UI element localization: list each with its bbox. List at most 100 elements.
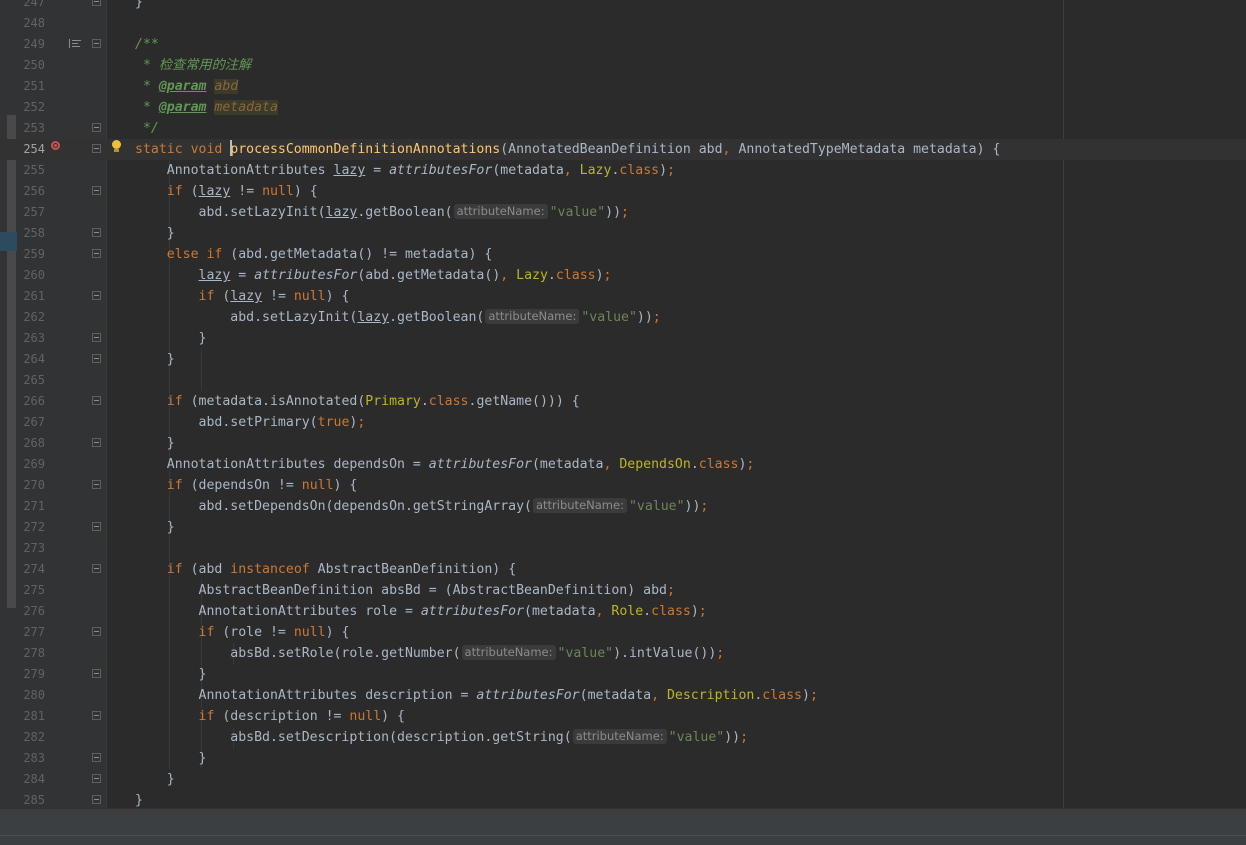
lightbulb-icon[interactable] — [112, 140, 121, 152]
fold-toggle-icon[interactable] — [92, 669, 101, 679]
line-number[interactable]: 264 — [17, 349, 45, 370]
code-text[interactable]: abd.setLazyInit(lazy.getBoolean(attribut… — [135, 307, 661, 328]
code-line[interactable]: 256 if (lazy != null) { — [0, 181, 1246, 202]
code-line[interactable]: 251 * @param abd — [0, 76, 1246, 97]
code-line[interactable]: 266 if (metadata.isAnnotated(Primary.cla… — [0, 391, 1246, 412]
code-text[interactable]: static void processCommonDefinitionAnnot… — [135, 139, 1000, 160]
code-text[interactable]: } — [135, 769, 175, 790]
code-line[interactable]: 275 AbstractBeanDefinition absBd = (Abst… — [0, 580, 1246, 601]
code-text[interactable]: * @param abd — [135, 76, 239, 97]
code-line[interactable]: 261 if (lazy != null) { — [0, 286, 1246, 307]
line-number[interactable]: 254 — [17, 139, 45, 160]
code-text[interactable]: AnnotationAttributes description = attri… — [135, 685, 818, 706]
code-line[interactable]: 282 absBd.setDescription(description.get… — [0, 727, 1246, 748]
code-text[interactable]: * @param metadata — [135, 97, 278, 118]
code-line[interactable]: 269 AnnotationAttributes dependsOn = att… — [0, 454, 1246, 475]
fold-toggle-icon[interactable] — [92, 291, 101, 301]
code-text[interactable]: lazy = attributesFor(abd.getMetadata(), … — [135, 265, 612, 286]
code-text[interactable]: if (metadata.isAnnotated(Primary.class.g… — [135, 391, 580, 412]
line-number[interactable]: 250 — [17, 55, 45, 76]
code-line[interactable]: 273 — [0, 538, 1246, 559]
line-number[interactable]: 251 — [17, 76, 45, 97]
code-line[interactable]: 277 if (role != null) { — [0, 622, 1246, 643]
fold-toggle-icon[interactable] — [92, 123, 101, 133]
code-text[interactable]: if (lazy != null) { — [135, 286, 350, 307]
code-line[interactable]: 248 — [0, 13, 1246, 34]
line-number[interactable]: 275 — [17, 580, 45, 601]
code-line[interactable]: 254 static void processCommonDefinitionAn… — [0, 139, 1246, 160]
code-line[interactable]: 283 } — [0, 748, 1246, 769]
line-number[interactable]: 253 — [17, 118, 45, 139]
breakpoint-icon[interactable] — [51, 141, 60, 150]
code-text[interactable]: if (dependsOn != null) { — [135, 475, 358, 496]
code-line[interactable]: 280 AnnotationAttributes description = a… — [0, 685, 1246, 706]
line-number[interactable]: 269 — [17, 454, 45, 475]
fold-toggle-icon[interactable] — [92, 249, 101, 259]
code-line[interactable]: 258 } — [0, 223, 1246, 244]
line-number[interactable]: 279 — [17, 664, 45, 685]
line-number[interactable]: 252 — [17, 97, 45, 118]
fold-toggle-icon[interactable] — [92, 564, 101, 574]
code-line[interactable]: 252 * @param metadata — [0, 97, 1246, 118]
line-number[interactable]: 260 — [17, 265, 45, 286]
code-line[interactable]: 278 absBd.setRole(role.getNumber(attribu… — [0, 643, 1246, 664]
code-text[interactable]: if (lazy != null) { — [135, 181, 318, 202]
fold-toggle-icon[interactable] — [92, 333, 101, 343]
fold-toggle-icon[interactable] — [92, 438, 101, 448]
line-number[interactable]: 278 — [17, 643, 45, 664]
code-text[interactable]: abd.setDependsOn(dependsOn.getStringArra… — [135, 496, 708, 517]
code-text[interactable]: abd.setPrimary(true); — [135, 412, 366, 433]
code-text[interactable]: } — [135, 0, 143, 13]
line-number[interactable]: 266 — [17, 391, 45, 412]
line-number[interactable]: 274 — [17, 559, 45, 580]
code-line[interactable]: 267 abd.setPrimary(true); — [0, 412, 1246, 433]
code-text[interactable]: } — [135, 517, 175, 538]
code-text[interactable]: abd.setLazyInit(lazy.getBoolean(attribut… — [135, 202, 629, 223]
fold-toggle-icon[interactable] — [92, 354, 101, 364]
code-text[interactable]: AbstractBeanDefinition absBd = (Abstract… — [135, 580, 675, 601]
code-line[interactable]: 255 AnnotationAttributes lazy = attribut… — [0, 160, 1246, 181]
code-text[interactable]: } — [135, 664, 207, 685]
code-line[interactable]: 276 AnnotationAttributes role = attribut… — [0, 601, 1246, 622]
code-line[interactable]: 270 if (dependsOn != null) { — [0, 475, 1246, 496]
line-number[interactable]: 284 — [17, 769, 45, 790]
code-line[interactable]: 268 } — [0, 433, 1246, 454]
fold-toggle-icon[interactable] — [92, 186, 101, 196]
code-text[interactable]: else if (abd.getMetadata() != metadata) … — [135, 244, 493, 265]
line-number[interactable]: 280 — [17, 685, 45, 706]
implemented-icon[interactable] — [69, 39, 81, 49]
code-text[interactable]: } — [135, 223, 175, 244]
code-text[interactable]: absBd.setDescription(description.getStri… — [135, 727, 748, 748]
code-line[interactable]: 263 } — [0, 328, 1246, 349]
code-text[interactable]: absBd.setRole(role.getNumber(attributeNa… — [135, 643, 724, 664]
line-number[interactable]: 257 — [17, 202, 45, 223]
fold-toggle-icon[interactable] — [92, 0, 101, 7]
code-text[interactable]: */ — [135, 118, 159, 139]
fold-toggle-icon[interactable] — [92, 39, 101, 49]
line-number[interactable]: 282 — [17, 727, 45, 748]
code-text[interactable]: if (description != null) { — [135, 706, 405, 727]
code-line[interactable]: 284 } — [0, 769, 1246, 790]
code-text[interactable]: AnnotationAttributes dependsOn = attribu… — [135, 454, 755, 475]
code-line[interactable]: 281 if (description != null) { — [0, 706, 1246, 727]
code-line[interactable]: 259 else if (abd.getMetadata() != metada… — [0, 244, 1246, 265]
code-text[interactable]: /** — [135, 34, 159, 55]
line-number[interactable]: 249 — [17, 34, 45, 55]
line-number[interactable]: 262 — [17, 307, 45, 328]
code-line[interactable]: 279 } — [0, 664, 1246, 685]
line-number[interactable]: 247 — [17, 0, 45, 13]
line-number[interactable]: 268 — [17, 433, 45, 454]
code-line[interactable]: 249 /** — [0, 34, 1246, 55]
code-line[interactable]: 247} — [0, 0, 1246, 13]
fold-toggle-icon[interactable] — [92, 711, 101, 721]
code-line[interactable]: 265 — [0, 370, 1246, 391]
fold-toggle-icon[interactable] — [92, 753, 101, 763]
line-number[interactable]: 272 — [17, 517, 45, 538]
code-text[interactable]: } — [135, 433, 175, 454]
code-text[interactable]: } — [135, 748, 207, 769]
line-number[interactable]: 276 — [17, 601, 45, 622]
line-number[interactable]: 248 — [17, 13, 45, 34]
code-text[interactable]: } — [135, 328, 207, 349]
line-number[interactable]: 265 — [17, 370, 45, 391]
fold-toggle-icon[interactable] — [92, 396, 101, 406]
